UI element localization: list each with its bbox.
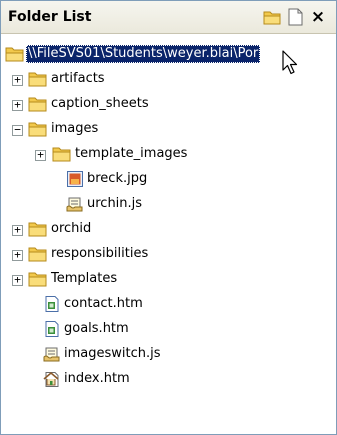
- home-page-icon: [43, 371, 59, 387]
- panel-header: Folder List ×: [1, 1, 336, 34]
- new-page-icon: [288, 8, 302, 26]
- tree-item-contact-htm[interactable]: contact.htm: [1, 292, 336, 317]
- mouse-pointer-icon: [282, 50, 298, 75]
- folder-tree: \\FileSVS01\Students\weyer.blai\Por + ar…: [1, 42, 336, 392]
- folder-icon: [28, 122, 47, 137]
- tree-item-images[interactable]: − images: [1, 117, 336, 142]
- script-file-icon: [43, 347, 60, 362]
- html-file-icon: [45, 321, 59, 337]
- tree-item-label: orchid: [51, 221, 92, 236]
- script-file-icon: [66, 197, 83, 212]
- collapse-toggle[interactable]: −: [12, 124, 23, 136]
- tree-item-label: artifacts: [51, 71, 105, 86]
- tree-item-label: Templates: [51, 271, 118, 286]
- tree-item-templates[interactable]: + Templates: [1, 267, 336, 292]
- tree-item-label: index.htm: [64, 371, 130, 386]
- expand-toggle[interactable]: +: [12, 274, 23, 286]
- html-file-icon: [45, 296, 59, 312]
- expand-toggle[interactable]: +: [12, 99, 23, 111]
- new-folder-button[interactable]: [262, 7, 282, 27]
- panel-title: Folder List: [8, 9, 92, 25]
- expand-toggle[interactable]: +: [12, 74, 23, 86]
- image-file-icon: [67, 171, 83, 187]
- tree-item-breck-jpg[interactable]: breck.jpg: [1, 167, 336, 192]
- tree-item-label: template_images: [75, 146, 188, 161]
- expand-toggle[interactable]: +: [35, 149, 46, 161]
- tree-item-imageswitch-js[interactable]: imageswitch.js: [1, 342, 336, 367]
- tree-item-responsibilities[interactable]: + responsibilities: [1, 242, 336, 267]
- tree-item-label: caption_sheets: [51, 96, 149, 111]
- expand-toggle[interactable]: +: [12, 224, 23, 236]
- tree-item-label: images: [51, 121, 99, 136]
- expand-toggle[interactable]: +: [12, 249, 23, 261]
- tree-item-label: goals.htm: [64, 321, 129, 336]
- folder-icon: [28, 272, 47, 287]
- tree-item-label: imageswitch.js: [64, 346, 161, 361]
- new-page-button[interactable]: [285, 7, 305, 27]
- tree-item-label: responsibilities: [51, 246, 149, 261]
- tree-item-goals-htm[interactable]: goals.htm: [1, 317, 336, 342]
- tree-item-label: contact.htm: [64, 296, 143, 311]
- folder-icon: [28, 72, 47, 87]
- folder-icon: [28, 222, 47, 237]
- tree-root-label: \\FileSVS01\Students\weyer.blai\Por: [26, 45, 261, 63]
- folder-open-icon: [5, 47, 24, 62]
- folder-icon: [52, 147, 71, 162]
- tree-item-urchin-js[interactable]: urchin.js: [1, 192, 336, 217]
- close-icon: ×: [310, 7, 326, 27]
- folder-icon: [28, 247, 47, 262]
- close-button[interactable]: ×: [308, 7, 328, 27]
- tree-item-label: urchin.js: [87, 196, 143, 211]
- new-folder-icon: [263, 11, 280, 25]
- tree-item-template-images[interactable]: + template_images: [1, 142, 336, 167]
- tree-item-orchid[interactable]: + orchid: [1, 217, 336, 242]
- folder-icon: [28, 97, 47, 112]
- tree-item-index-htm[interactable]: index.htm: [1, 367, 336, 392]
- tree-item-label: breck.jpg: [87, 171, 148, 186]
- tree-item-caption-sheets[interactable]: + caption_sheets: [1, 92, 336, 117]
